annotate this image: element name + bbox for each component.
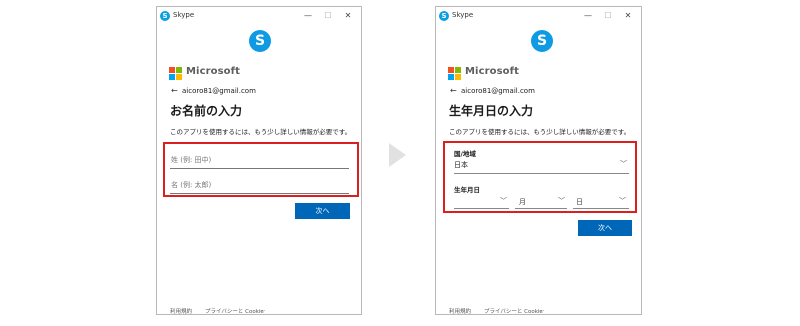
country-value: 日本 — [454, 161, 468, 169]
microsoft-wordmark: Microsoft — [465, 66, 519, 77]
privacy-link[interactable]: プライバシーと Cookie — [205, 307, 264, 315]
close-button[interactable]: ✕ — [341, 10, 355, 22]
month-underline — [515, 208, 567, 209]
window-title: Skype — [452, 11, 474, 19]
chevron-down-icon: ﹀ — [558, 197, 565, 205]
more-options[interactable]: ... — [539, 307, 544, 313]
skype-logo-icon: S — [249, 30, 271, 52]
skype-logo-icon: S — [531, 30, 553, 52]
country-underline — [454, 173, 629, 174]
country-label: 国/地域 — [454, 150, 476, 158]
more-options[interactable]: ... — [260, 307, 265, 313]
close-button[interactable]: ✕ — [621, 10, 635, 22]
microsoft-logo-icon — [448, 67, 461, 80]
next-button[interactable]: 次へ — [295, 203, 350, 219]
account-email: aicoro81@gmail.com — [461, 87, 535, 95]
account-email: aicoro81@gmail.com — [182, 87, 256, 95]
last-name-placeholder: 姓 (例: 田中) — [171, 156, 212, 164]
microsoft-wordmark: Microsoft — [186, 66, 240, 77]
next-button[interactable]: 次へ — [578, 220, 632, 236]
terms-link[interactable]: 利用規約 — [170, 307, 192, 315]
microsoft-logo-icon — [169, 67, 182, 80]
page-title: お名前の入力 — [170, 104, 243, 118]
minimize-button[interactable]: — — [301, 10, 315, 22]
chevron-down-icon: ﹀ — [619, 197, 626, 205]
page-description: このアプリを使用するには、もう少し詳しい情報が必要です。 — [170, 128, 352, 136]
chevron-down-icon: ﹀ — [500, 197, 507, 205]
transition-arrow-icon — [389, 143, 406, 167]
maximize-button[interactable]: ☐ — [321, 10, 335, 22]
skype-small-icon: S — [439, 11, 449, 21]
skype-window-name-entry: S Skype — ☐ ✕ S Microsoft ← aicoro81@gma… — [156, 6, 362, 315]
first-name-input[interactable]: 名 (例: 太郎) — [170, 177, 349, 194]
back-arrow-icon[interactable]: ← — [450, 86, 457, 95]
back-arrow-icon[interactable]: ← — [171, 86, 178, 95]
chevron-down-icon: ﹀ — [620, 160, 627, 168]
skype-window-birthdate-entry: S Skype — ☐ ✕ S Microsoft ← aicoro81@gma… — [435, 6, 642, 315]
skype-small-icon: S — [160, 11, 170, 21]
day-placeholder: 日 — [576, 198, 583, 206]
last-name-input[interactable]: 姓 (例: 田中) — [170, 152, 349, 169]
page-description: このアプリを使用するには、もう少し詳しい情報が必要です。 — [449, 128, 631, 136]
window-title: Skype — [173, 11, 195, 19]
terms-link[interactable]: 利用規約 — [449, 307, 471, 315]
privacy-link[interactable]: プライバシーと Cookie — [484, 307, 543, 315]
page-title: 生年月日の入力 — [449, 104, 534, 118]
minimize-button[interactable]: — — [581, 10, 595, 22]
year-underline — [454, 208, 509, 209]
birthdate-label: 生年月日 — [454, 186, 480, 194]
month-placeholder: 月 — [519, 198, 526, 206]
title-bar: S Skype — ☐ ✕ — [436, 7, 641, 27]
day-underline — [573, 208, 629, 209]
title-bar: S Skype — ☐ ✕ — [157, 7, 361, 27]
maximize-button[interactable]: ☐ — [601, 10, 615, 22]
first-name-placeholder: 名 (例: 太郎) — [171, 181, 212, 189]
